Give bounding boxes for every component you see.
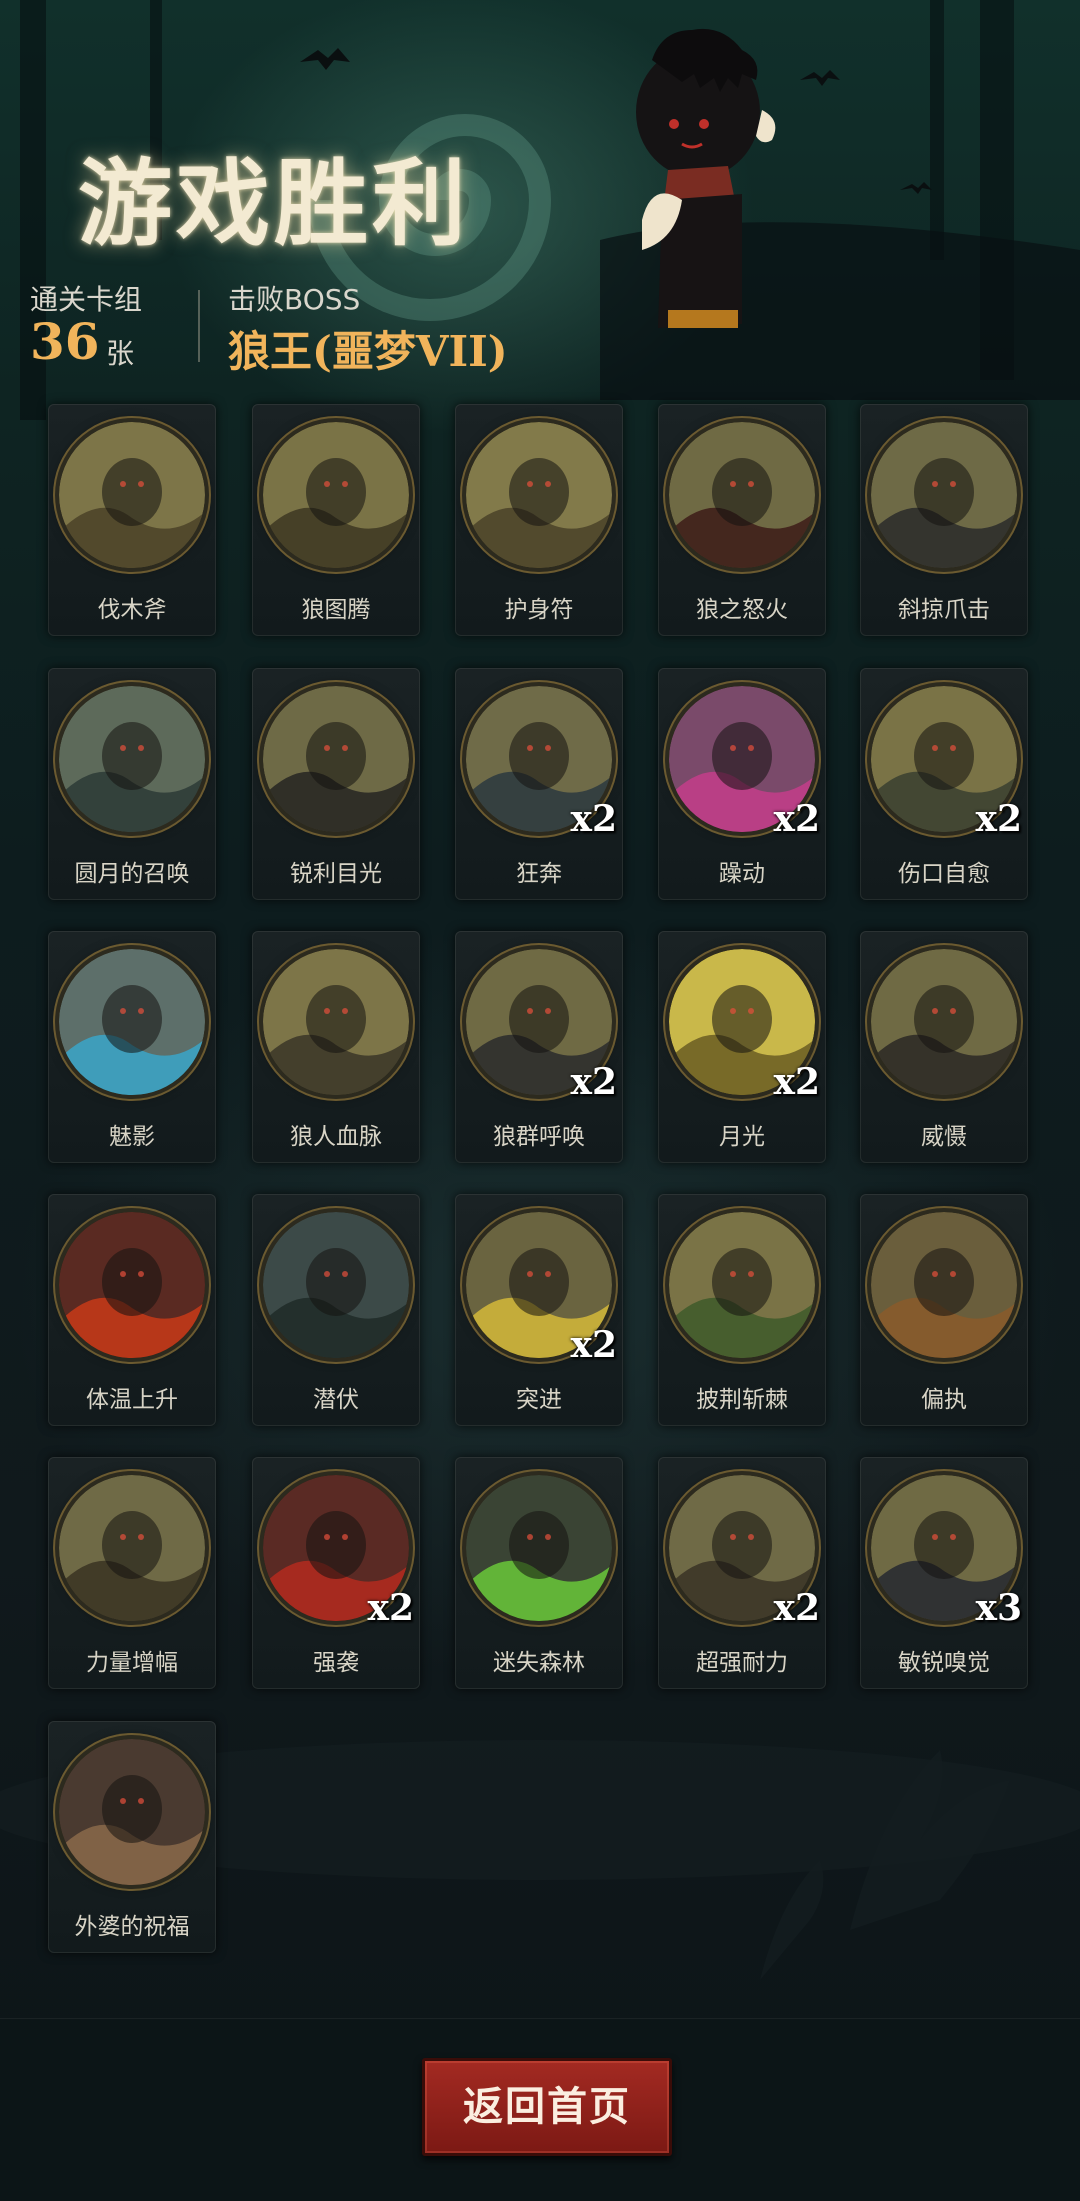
full-moon-icon bbox=[59, 686, 205, 832]
deck-card[interactable]: x2 狼群呼唤 bbox=[455, 931, 623, 1163]
deck-card[interactable]: 外婆的祝福 bbox=[48, 1721, 216, 1953]
intimidate-icon bbox=[871, 949, 1017, 1095]
card-name: 伐木斧 bbox=[97, 597, 167, 623]
card-name: 迷失森林 bbox=[493, 1650, 585, 1676]
card-name: 狼人血脉 bbox=[290, 1124, 382, 1150]
deck-card[interactable]: 狼人血脉 bbox=[252, 931, 420, 1163]
card-name: 狼之怒火 bbox=[696, 597, 788, 623]
victory-title: 游戏胜利 bbox=[78, 149, 471, 259]
card-name: 威慑 bbox=[921, 1124, 967, 1150]
grandma-blessing-icon bbox=[59, 1739, 205, 1885]
deck-card[interactable]: x3 敏锐嗅觉 bbox=[860, 1457, 1028, 1689]
paranoia-icon bbox=[871, 1212, 1017, 1358]
card-name: 锐利目光 bbox=[290, 861, 382, 887]
deck-card[interactable]: x2 伤口自愈 bbox=[860, 668, 1028, 900]
card-name: 狼群呼唤 bbox=[493, 1124, 585, 1150]
axe-icon bbox=[59, 422, 205, 568]
deck-card[interactable]: 伐木斧 bbox=[48, 404, 216, 636]
card-count-badge: x2 bbox=[975, 798, 1022, 840]
card-count-badge: x2 bbox=[570, 798, 617, 840]
deck-card[interactable]: 威慑 bbox=[860, 931, 1028, 1163]
card-count-badge: x2 bbox=[570, 1324, 617, 1366]
sharp-eyes-icon bbox=[263, 686, 409, 832]
card-name: 月光 bbox=[719, 1124, 765, 1150]
wolf-rage-icon bbox=[669, 422, 815, 568]
deck-card[interactable]: 偏执 bbox=[860, 1194, 1028, 1426]
card-name: 斜掠爪击 bbox=[898, 597, 990, 623]
power-boost-icon bbox=[59, 1475, 205, 1621]
werewolf-blood-icon bbox=[263, 949, 409, 1095]
card-count-badge: x2 bbox=[773, 798, 820, 840]
card-name: 狂奔 bbox=[516, 861, 562, 887]
card-name: 外婆的祝福 bbox=[74, 1914, 190, 1940]
deck-count: 36 bbox=[30, 312, 100, 371]
deck-card[interactable]: 力量增幅 bbox=[48, 1457, 216, 1689]
deck-card[interactable]: 护身符 bbox=[455, 404, 623, 636]
lurk-icon bbox=[263, 1212, 409, 1358]
card-name: 突进 bbox=[516, 1387, 562, 1413]
deck-card[interactable]: x2 狂奔 bbox=[455, 668, 623, 900]
deck-card[interactable]: 圆月的召唤 bbox=[48, 668, 216, 900]
card-name: 圆月的召唤 bbox=[74, 861, 190, 887]
deck-card[interactable]: 狼图腾 bbox=[252, 404, 420, 636]
deck-card[interactable]: x2 躁动 bbox=[658, 668, 826, 900]
card-count-badge: x2 bbox=[773, 1587, 820, 1629]
deck-card[interactable]: x2 强袭 bbox=[252, 1457, 420, 1689]
deck-unit: 张 bbox=[106, 337, 135, 370]
card-name: 敏锐嗅觉 bbox=[898, 1650, 990, 1676]
card-count-badge: x2 bbox=[773, 1061, 820, 1103]
deck-card[interactable]: x2 月光 bbox=[658, 931, 826, 1163]
card-name: 披荆斩棘 bbox=[696, 1387, 788, 1413]
deck-card[interactable]: 斜掠爪击 bbox=[860, 404, 1028, 636]
heat-rise-icon bbox=[59, 1212, 205, 1358]
card-name: 狼图腾 bbox=[301, 597, 371, 623]
stat-divider bbox=[198, 290, 200, 362]
card-name: 超强耐力 bbox=[696, 1650, 788, 1676]
claw-strike-icon bbox=[871, 422, 1017, 568]
wolf-totem-icon bbox=[263, 422, 409, 568]
amulet-icon bbox=[466, 422, 612, 568]
boss-label: 击败BOSS bbox=[228, 283, 361, 316]
card-count-badge: x2 bbox=[367, 1587, 414, 1629]
deck-card[interactable]: 狼之怒火 bbox=[658, 404, 826, 636]
card-name: 强袭 bbox=[313, 1650, 359, 1676]
card-name: 躁动 bbox=[719, 861, 765, 887]
boy-character-illustration bbox=[636, 28, 776, 328]
card-name: 力量增幅 bbox=[86, 1650, 178, 1676]
card-name: 潜伏 bbox=[313, 1387, 359, 1413]
deck-card[interactable]: x2 超强耐力 bbox=[658, 1457, 826, 1689]
deck-card[interactable]: 魅影 bbox=[48, 931, 216, 1163]
phantom-icon bbox=[59, 949, 205, 1095]
card-name: 偏执 bbox=[921, 1387, 967, 1413]
card-count-badge: x2 bbox=[570, 1061, 617, 1103]
card-name: 魅影 bbox=[109, 1124, 155, 1150]
deck-card[interactable]: 披荆斩棘 bbox=[658, 1194, 826, 1426]
card-name: 伤口自愈 bbox=[898, 861, 990, 887]
deck-card[interactable]: 潜伏 bbox=[252, 1194, 420, 1426]
lost-forest-icon bbox=[466, 1475, 612, 1621]
card-name: 护身符 bbox=[504, 597, 574, 623]
card-name: 体温上升 bbox=[86, 1387, 178, 1413]
thorn-cut-icon bbox=[669, 1212, 815, 1358]
card-count-badge: x3 bbox=[975, 1587, 1022, 1629]
deck-card[interactable]: 迷失森林 bbox=[455, 1457, 623, 1689]
deck-card[interactable]: 体温上升 bbox=[48, 1194, 216, 1426]
deck-card[interactable]: 锐利目光 bbox=[252, 668, 420, 900]
deck-card[interactable]: x2 突进 bbox=[455, 1194, 623, 1426]
boss-name: 狼王(噩梦VII) bbox=[228, 327, 508, 376]
return-home-button[interactable]: 返回首页 bbox=[422, 2058, 672, 2156]
